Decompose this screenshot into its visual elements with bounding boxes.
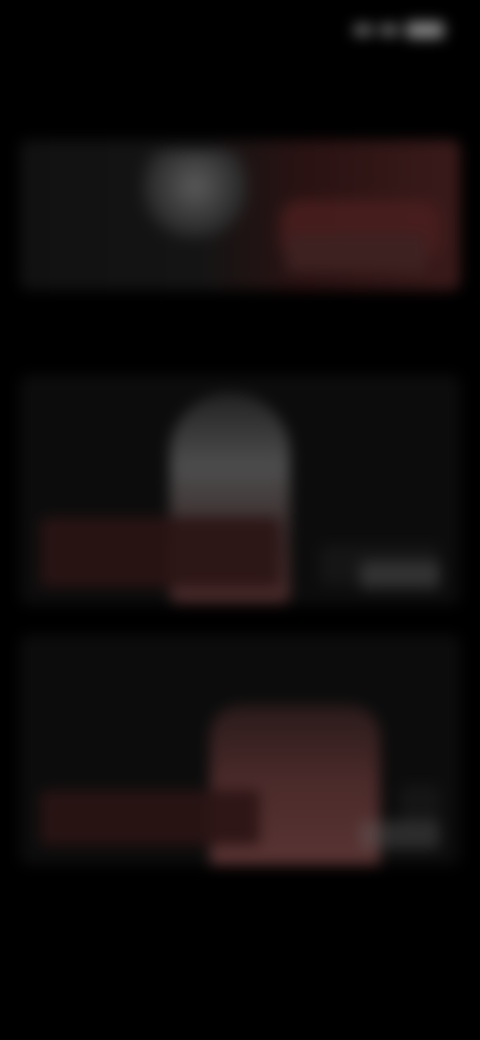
- card-overlay: [40, 790, 260, 845]
- card-side-panel: [400, 785, 440, 825]
- card-button[interactable]: [360, 561, 440, 589]
- hero-button[interactable]: [286, 234, 426, 272]
- hero-description: [38, 206, 188, 246]
- signal-icon: [354, 25, 372, 35]
- status-icons: [354, 22, 444, 38]
- card-button[interactable]: [360, 821, 440, 849]
- content-card[interactable]: [20, 375, 460, 605]
- content-card[interactable]: [20, 635, 460, 865]
- app-screen: [0, 0, 480, 1040]
- hero-banner[interactable]: [20, 140, 460, 290]
- battery-icon: [406, 22, 444, 38]
- status-bar: [0, 0, 480, 60]
- wifi-icon: [380, 25, 398, 35]
- card-overlay: [40, 517, 280, 587]
